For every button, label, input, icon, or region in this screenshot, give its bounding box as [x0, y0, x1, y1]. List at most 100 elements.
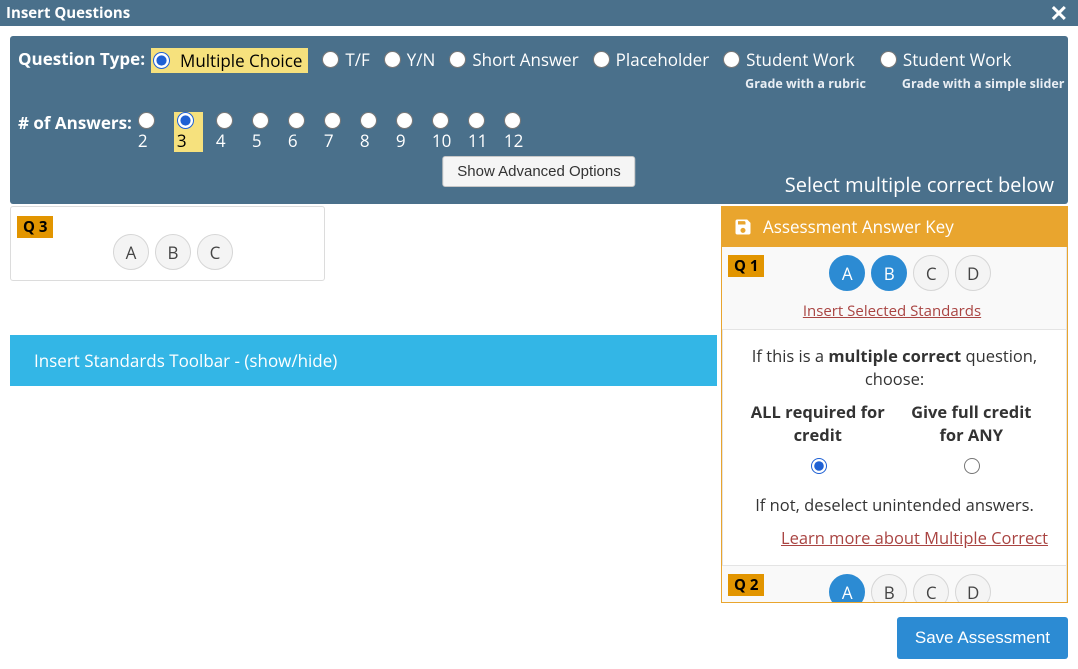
num-answers-label-text: 2 [138, 129, 161, 152]
question-builder-column: Q 3 ABC Insert Standards Toolbar - (show… [10, 206, 721, 391]
num-answers-radios: 23456789 10 11 12 [138, 112, 540, 152]
question-type-sublabel: Grade with a rubric [745, 75, 866, 92]
num-answers-label: # of Answers: [18, 112, 132, 134]
question-type-label-text: Student Work [746, 48, 854, 71]
multiple-correct-box: If this is a multiple correct question, … [722, 330, 1067, 566]
num-answers-label-text: 8 [360, 129, 383, 152]
num-answers-option-10[interactable]: 10 [432, 112, 455, 152]
num-answers-row: # of Answers: 23456789 10 11 12 [18, 112, 1060, 152]
num-answers-label-text: 11 [468, 129, 491, 152]
mc-footnote: If not, deselect unintended answers. [741, 493, 1048, 516]
save-icon [733, 217, 753, 237]
num-answers-label-text: 9 [396, 129, 419, 152]
num-answers-radio-6[interactable] [288, 112, 305, 129]
question-type-option-sw2[interactable]: Student Work Grade with a simple slider [880, 48, 1065, 92]
select-multiple-note: Select multiple correct below [785, 171, 1054, 198]
question-type-option-yn[interactable]: Y/N [384, 48, 436, 71]
num-answers-option-9[interactable]: 9 [396, 112, 419, 152]
num-answers-option-7[interactable]: 7 [324, 112, 347, 152]
question-number-tag: Q 3 [17, 216, 53, 238]
question-type-label-text: Short Answer [472, 48, 578, 71]
num-answers-option-6[interactable]: 6 [288, 112, 311, 152]
num-answers-option-5[interactable]: 5 [252, 112, 275, 152]
question-type-option-ph[interactable]: Placeholder [593, 48, 710, 71]
num-answers-label-text: 4 [216, 129, 239, 152]
num-answers-label-text: 6 [288, 129, 311, 152]
answer-circle-a[interactable]: A [829, 255, 865, 291]
question-type-radio-yn[interactable] [384, 51, 401, 68]
save-assessment-button[interactable]: Save Assessment [897, 617, 1068, 659]
answer-circle-d[interactable]: D [955, 255, 991, 291]
answer-key-column: Assessment Answer Key Q 1ABCDInsert Sele… [721, 206, 1068, 603]
question-type-label-text: T/F [345, 48, 369, 71]
num-answers-radio-8[interactable] [360, 112, 377, 129]
question-type-radio-sw2[interactable] [880, 51, 897, 68]
answer-circle-b[interactable]: B [155, 234, 191, 270]
question-type-option-tf[interactable]: T/F [322, 48, 369, 71]
question-type-radio-mc[interactable] [153, 52, 170, 69]
save-row: Save Assessment [0, 603, 1078, 669]
answer-circle-c[interactable]: C [197, 234, 233, 270]
mc-learn-more-link[interactable]: Learn more about Multiple Correct [781, 526, 1048, 549]
question-type-option-mc[interactable]: Multiple Choice [151, 48, 308, 73]
num-answers-option-11[interactable]: 11 [468, 112, 491, 152]
question-type-radio-ph[interactable] [593, 51, 610, 68]
answer-circle-c[interactable]: C [913, 574, 949, 603]
question-type-label-text: Placeholder [616, 48, 710, 71]
question-type-row: Question Type: Multiple Choice T/F Y/N Shor… [18, 48, 1060, 92]
answer-key-item-q2: Q 2ABCDInsert Selected Standards [722, 566, 1067, 603]
question-type-option-sa[interactable]: Short Answer [449, 48, 578, 71]
question-answer-circles: ABC [113, 234, 314, 270]
num-answers-option-2[interactable]: 2 [138, 112, 161, 152]
num-answers-option-8[interactable]: 8 [360, 112, 383, 152]
num-answers-radio-11[interactable] [468, 112, 485, 129]
answer-circle-a[interactable]: A [829, 574, 865, 603]
close-icon[interactable]: ✕ [1050, 4, 1068, 22]
mc-radio-any[interactable] [964, 458, 980, 474]
num-answers-label-text: 3 [177, 129, 200, 152]
standards-toolbar[interactable]: Insert Standards Toolbar - (show/hide) [10, 335, 717, 386]
answer-circle-d[interactable]: D [955, 574, 991, 603]
num-answers-radio-9[interactable] [396, 112, 413, 129]
question-type-radio-tf[interactable] [322, 51, 339, 68]
question-type-option-sw1[interactable]: Student Work Grade with a rubric [723, 48, 866, 92]
question-type-radio-sa[interactable] [449, 51, 466, 68]
question-type-label-text: Y/N [407, 48, 436, 71]
num-answers-radio-10[interactable] [432, 112, 449, 129]
answer-circle-b[interactable]: B [871, 574, 907, 603]
answer-key-item-q1: Q 1 ABCD Insert Selected Standards [722, 247, 1067, 330]
question-type-radios: Multiple Choice T/F Y/N Short Answer Placeho… [151, 48, 1078, 92]
num-answers-label-text: 5 [252, 129, 275, 152]
num-answers-radio-2[interactable] [138, 112, 155, 129]
num-answers-option-12[interactable]: 12 [504, 112, 527, 152]
answer-key-title: Assessment Answer Key [763, 215, 954, 238]
num-answers-option-3[interactable]: 3 [174, 112, 203, 152]
question-number-tag: Q 2 [728, 574, 764, 596]
num-answers-radio-7[interactable] [324, 112, 341, 129]
answer-circle-a[interactable]: A [113, 234, 149, 270]
num-answers-radio-5[interactable] [252, 112, 269, 129]
question-number-tag: Q 1 [728, 255, 764, 277]
answer-circle-c[interactable]: C [913, 255, 949, 291]
question-type-label: Question Type: [18, 48, 145, 70]
mc-option-any: Give full credit for ANY [895, 400, 1049, 479]
question-type-label-text: Multiple Choice [176, 48, 306, 73]
num-answers-radio-4[interactable] [216, 112, 233, 129]
num-answers-radio-12[interactable] [504, 112, 521, 129]
mc-intro: If this is a multiple correct question, … [741, 344, 1048, 390]
question-type-radio-sw1[interactable] [723, 51, 740, 68]
answer-circle-b[interactable]: B [871, 255, 907, 291]
question-card: Q 3 ABC [10, 206, 325, 281]
num-answers-option-4[interactable]: 4 [216, 112, 239, 152]
question-type-label-text: Student Work [903, 48, 1011, 71]
num-answers-radio-3[interactable] [177, 112, 194, 129]
dialog-title: Insert Questions [6, 3, 130, 23]
insert-standards-link[interactable]: Insert Selected Standards [803, 301, 981, 321]
question-type-sublabel: Grade with a simple slider [902, 75, 1065, 92]
num-answers-label-text: 12 [504, 129, 527, 152]
mc-radio-all[interactable] [811, 458, 827, 474]
answer-key-scroll[interactable]: Q 1ABCDInsert Selected StandardsIf this … [721, 247, 1068, 603]
options-panel-footer: Show Advanced Options Select multiple co… [18, 156, 1060, 198]
show-advanced-options-button[interactable]: Show Advanced Options [442, 156, 635, 187]
answer-key-header: Assessment Answer Key [721, 206, 1068, 247]
